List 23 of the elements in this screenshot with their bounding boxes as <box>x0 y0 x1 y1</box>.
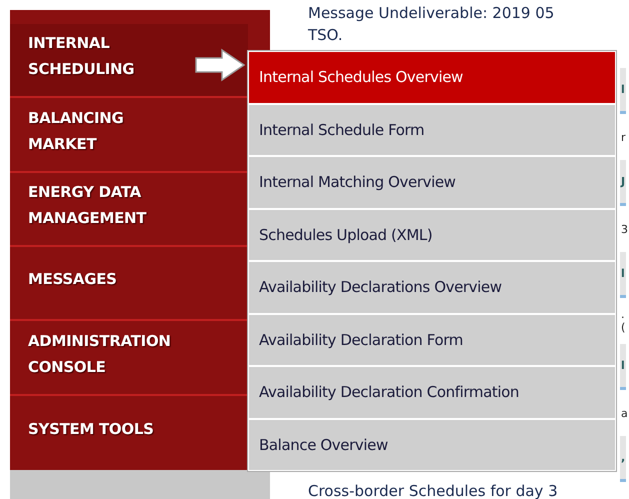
content-text: 3 <box>620 222 629 238</box>
menu-item[interactable]: Availability Declaration Form <box>249 314 615 365</box>
menu-item[interactable]: Internal Schedules Overview <box>249 52 615 102</box>
menu-item[interactable]: Schedules Upload (XML) <box>249 210 615 260</box>
menu-item[interactable]: Internal Schedule Form <box>249 104 615 155</box>
content-text: .( <box>620 307 626 336</box>
section-header[interactable]: , <box>620 436 626 482</box>
content-text: a <box>620 406 629 422</box>
section-header[interactable]: J <box>620 160 626 206</box>
section-header[interactable]: l <box>620 252 626 298</box>
message-text: Message Undeliverable: 2019 05 <box>308 3 556 24</box>
content-text: Cross-border Schedules for day 3 <box>308 482 559 499</box>
menu-item[interactable]: Availability Declaration Confirmation <box>249 367 615 418</box>
section-header[interactable]: l <box>620 68 626 114</box>
nav-item[interactable]: INTERNAL SCHEDULING <box>10 24 248 98</box>
menu-item[interactable]: Internal Matching Overview <box>249 157 615 208</box>
section-header[interactable]: l <box>620 344 626 390</box>
menu-item[interactable]: Balance Overview <box>249 420 615 470</box>
nav-item[interactable]: SYSTEM TOOLS <box>10 396 248 470</box>
message-text: TSO. <box>308 25 344 46</box>
content-text: r <box>620 130 627 146</box>
menu-item[interactable]: Availability Declarations Overview <box>249 262 615 312</box>
arrow-icon <box>194 48 246 82</box>
